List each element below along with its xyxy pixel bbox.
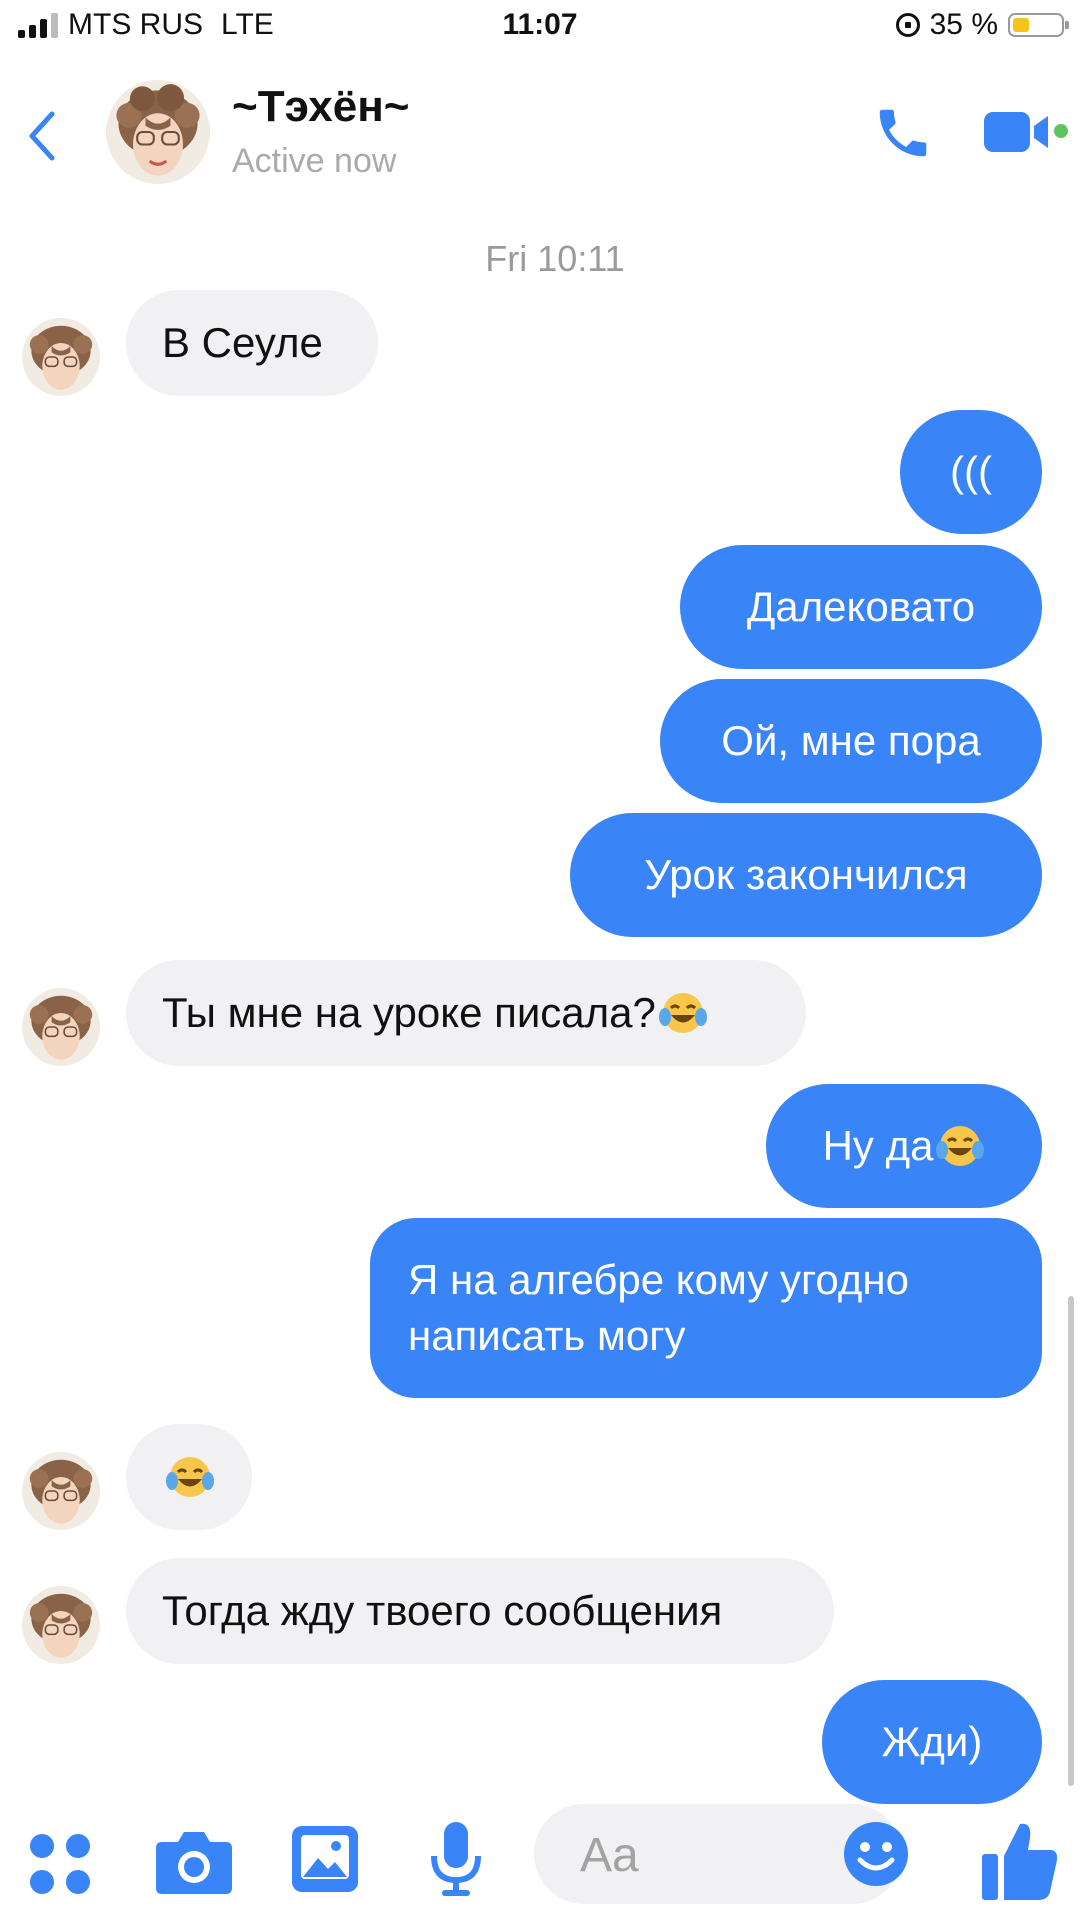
conversation-header: ~Тэхён~ Active now (0, 60, 1080, 200)
message-text: Ну да (822, 1122, 934, 1169)
message-composer (0, 1790, 1080, 1920)
apps-grid-icon[interactable] (26, 1830, 94, 1898)
status-bar: MTS RUS LTE 11:07 35 % (0, 0, 1080, 54)
message-text: В Сеуле (162, 319, 323, 366)
camera-icon[interactable] (154, 1826, 234, 1896)
gallery-icon[interactable] (290, 1824, 360, 1894)
microphone-icon[interactable] (426, 1820, 486, 1900)
message-text: Урок закончился (644, 851, 968, 898)
scrollbar[interactable] (1068, 1296, 1074, 1786)
message-text: Я на алгебре кому угодно написать могу (408, 1256, 909, 1359)
presence-status: Active now (232, 142, 397, 180)
date-separator: Fri 10:11 (485, 238, 625, 279)
smiley-icon[interactable] (842, 1820, 910, 1888)
avatar[interactable] (106, 80, 210, 184)
rotation-lock-icon (895, 13, 920, 37)
video-camera-icon[interactable] (982, 104, 1052, 160)
thumbs-up-icon[interactable] (980, 1818, 1060, 1902)
message-text: Ты мне на уроке писала? (162, 989, 656, 1036)
back-chevron-icon[interactable] (22, 108, 62, 164)
avatar[interactable] (22, 318, 100, 396)
message-bubble-outgoing[interactable]: Далековато (680, 545, 1042, 669)
message-bubble-outgoing[interactable]: Урок закончился (570, 813, 1042, 937)
phone-icon[interactable] (872, 102, 934, 164)
avatar[interactable] (22, 1586, 100, 1664)
message-bubble-outgoing[interactable]: Жди) (822, 1680, 1042, 1804)
avatar[interactable] (22, 1452, 100, 1530)
message-bubble-outgoing[interactable]: Я на алгебре кому угодно написать могу (370, 1218, 1042, 1398)
avatar[interactable] (22, 988, 100, 1066)
message-bubble-incoming[interactable] (126, 1424, 252, 1530)
message-bubble-outgoing[interactable]: Ну да (766, 1084, 1042, 1208)
tears-of-joy-emoji-icon (936, 1126, 985, 1166)
message-bubble-outgoing[interactable]: Ой, мне пора (660, 679, 1042, 803)
contact-name[interactable]: ~Тэхён~ (232, 82, 410, 132)
battery-percent: 35 % (929, 8, 998, 41)
tears-of-joy-emoji-icon (658, 993, 707, 1033)
message-bubble-outgoing[interactable]: ((( (900, 410, 1042, 534)
message-text: Ой, мне пора (721, 717, 981, 764)
message-text: Далековато (746, 583, 976, 630)
message-bubble-incoming[interactable]: Тогда жду твоего сообщения (126, 1558, 834, 1664)
tears-of-joy-emoji-icon (166, 1457, 214, 1497)
online-indicator (1054, 124, 1068, 138)
message-bubble-incoming[interactable]: В Сеуле (126, 290, 378, 396)
message-text: Тогда жду твоего сообщения (162, 1587, 723, 1634)
message-input-wrapper[interactable] (534, 1804, 908, 1904)
message-bubble-incoming[interactable]: Ты мне на уроке писала? (126, 960, 806, 1066)
battery-icon (1008, 13, 1069, 37)
message-input[interactable] (578, 1824, 822, 1886)
message-text: ((( (950, 448, 992, 495)
message-text: Жди) (881, 1718, 983, 1765)
